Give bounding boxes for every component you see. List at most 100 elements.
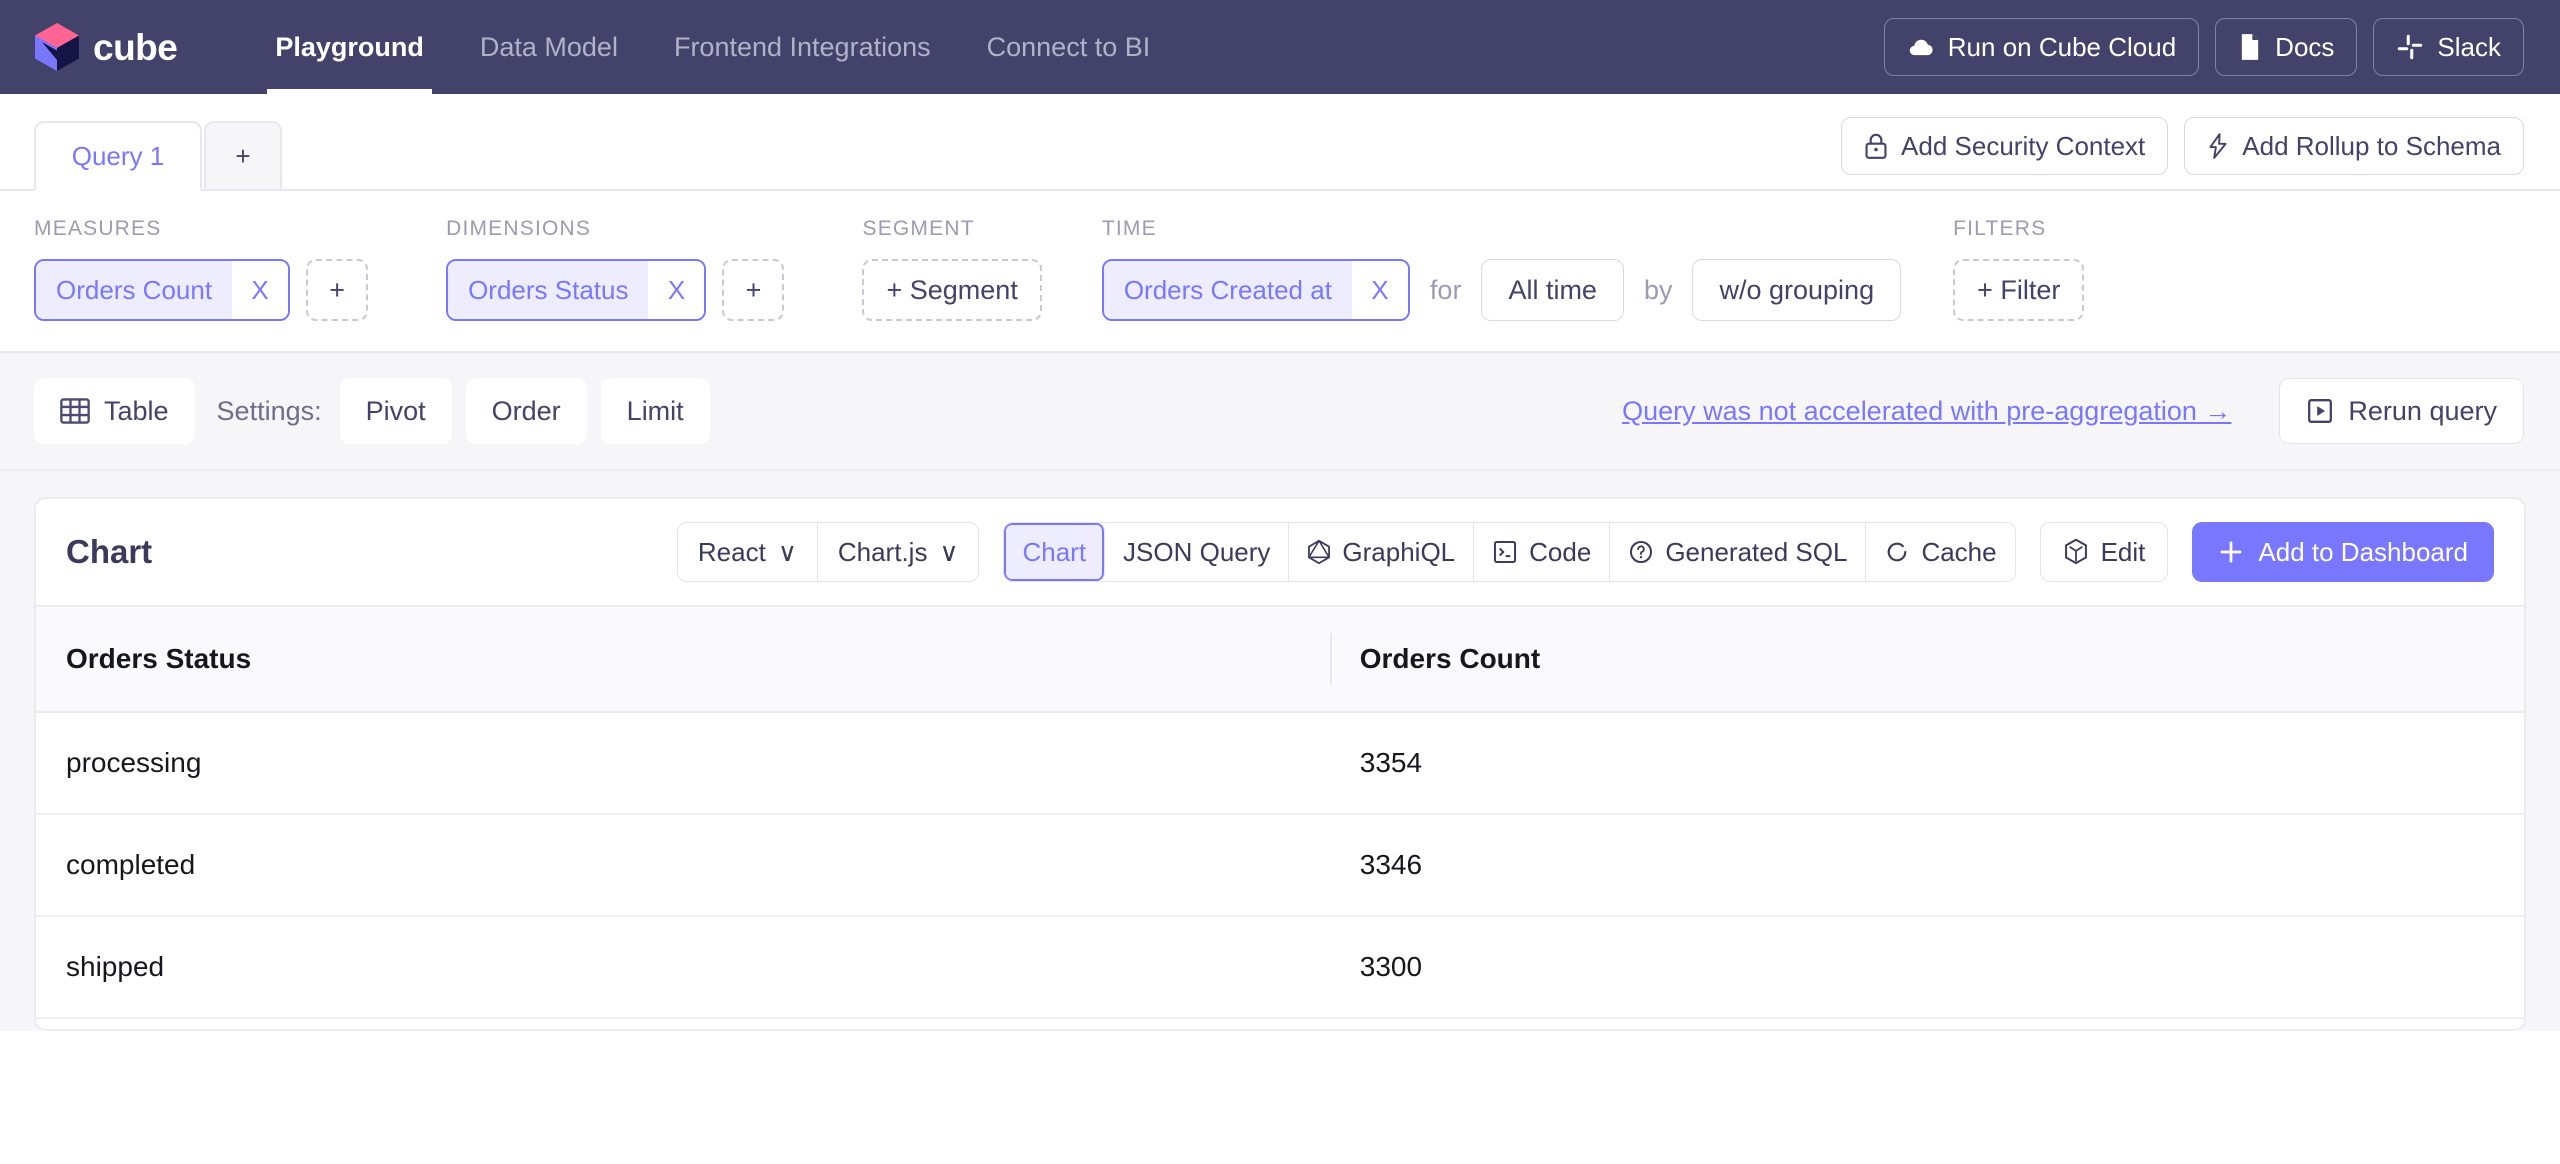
top-navbar: cube Playground Data Model Frontend Inte… (0, 0, 2560, 94)
nav-link-playground[interactable]: Playground (247, 0, 452, 94)
column-header-orders-status[interactable]: Orders Status (36, 607, 1330, 713)
add-dimension-button[interactable]: + (722, 259, 785, 321)
limit-label: Limit (626, 395, 684, 426)
column-header-orders-count[interactable]: Orders Count (1329, 607, 2524, 713)
add-to-dashboard-button[interactable]: Add to Dashboard (2192, 522, 2494, 582)
pivot-button[interactable]: Pivot (339, 378, 452, 444)
cell-orders-status: processing (36, 712, 1330, 815)
slack-label: Slack (2437, 31, 2501, 62)
add-rollup-to-schema-button[interactable]: Add Rollup to Schema (2184, 117, 2524, 175)
cube-icon (2064, 538, 2087, 565)
pivot-label: Pivot (365, 395, 426, 426)
nav-link-label: Connect to BI (986, 31, 1151, 62)
nav-link-connect-to-bi[interactable]: Connect to BI (959, 0, 1179, 94)
results-table-head: Orders Status Orders Count (36, 607, 2524, 713)
segment-group: SEGMENT + Segment (862, 217, 1042, 321)
refresh-icon (1888, 542, 1907, 562)
tab-cache[interactable]: Cache (1866, 523, 2015, 581)
nav-link-data-model[interactable]: Data Model (452, 0, 646, 94)
framework-select-value: React (697, 536, 766, 567)
time-dimension-chip-orders-created-at[interactable]: Orders Created at X (1101, 259, 1410, 321)
measure-chip-orders-count[interactable]: Orders Count X (34, 259, 291, 321)
dimension-chip-label: Orders Status (448, 261, 649, 319)
results-table: Orders Status Orders Count processing 33… (36, 607, 2524, 1019)
play-box-icon (2308, 399, 2333, 423)
edit-button[interactable]: Edit (2039, 522, 2169, 582)
question-circle-icon (1630, 540, 1653, 564)
tab-generated-sql[interactable]: Generated SQL (1610, 523, 1867, 581)
add-filter-button[interactable]: + Filter (1953, 259, 2085, 321)
nav-link-frontend-integrations[interactable]: Frontend Integrations (646, 0, 959, 94)
query-tabs: Query 1 + (34, 121, 282, 191)
slack-button[interactable]: Slack (2373, 18, 2524, 76)
measure-chip-label: Orders Count (36, 261, 233, 319)
nav-links: Playground Data Model Frontend Integrati… (247, 0, 1178, 94)
add-to-dashboard-label: Add to Dashboard (2258, 536, 2468, 567)
charting-library-value: Chart.js (837, 536, 928, 567)
charting-library-select[interactable]: Chart.js ∨ (817, 523, 979, 581)
nav-link-label: Data Model (479, 31, 618, 62)
measures-group: MEASURES Orders Count X + (34, 217, 369, 321)
chevron-down-icon: ∨ (777, 536, 797, 567)
filters-group: FILTERS + Filter (1953, 217, 2085, 321)
run-on-cube-cloud-button[interactable]: Run on Cube Cloud (1883, 18, 2200, 76)
plus-icon (2220, 541, 2242, 563)
results-card-header: Chart React ∨ Chart.js ∨ Chart JSON Quer… (36, 499, 2524, 607)
table-view-button[interactable]: Table (34, 378, 195, 444)
pre-aggregation-link[interactable]: Query was not accelerated with pre-aggre… (1622, 396, 2231, 427)
table-view-label: Table (104, 395, 169, 426)
order-button[interactable]: Order (465, 378, 587, 444)
document-icon (2242, 34, 2259, 60)
tab-cache-label: Cache (1921, 536, 1997, 567)
table-header-row: Orders Status Orders Count (36, 607, 2524, 713)
terminal-icon (1494, 540, 1517, 564)
by-connector-label: by (1643, 274, 1673, 305)
granularity-value: w/o grouping (1719, 274, 1875, 305)
granularity-select[interactable]: w/o grouping (1692, 259, 1902, 321)
tab-chart[interactable]: Chart (1004, 523, 1106, 581)
dimensions-group: DIMENSIONS Orders Status X + (446, 217, 785, 321)
time-label: TIME (1101, 217, 1157, 240)
lock-icon (1865, 133, 1887, 159)
cell-orders-count: 3354 (1329, 712, 2524, 815)
dimension-chip-orders-status[interactable]: Orders Status X (446, 259, 707, 321)
chevron-down-icon: ∨ (939, 536, 959, 567)
cell-orders-status: shipped (36, 916, 1330, 1019)
measure-chip-remove-icon[interactable]: X (232, 261, 289, 319)
add-dimension-label: + (745, 274, 762, 305)
add-segment-button[interactable]: + Segment (862, 259, 1042, 321)
measures-label: MEASURES (34, 217, 162, 240)
cube-logo-icon (35, 23, 79, 71)
tab-chart-label: Chart (1022, 536, 1087, 567)
tab-json-query-label: JSON Query (1123, 536, 1271, 567)
query-tab-label: Query 1 (71, 140, 165, 171)
docs-button[interactable]: Docs (2215, 18, 2358, 76)
time-dimension-chip-remove-icon[interactable]: X (1351, 261, 1408, 319)
tab-graphiql-label: GraphiQL (1342, 536, 1456, 567)
date-range-select[interactable]: All time (1481, 259, 1624, 321)
graphql-icon (1308, 539, 1331, 565)
add-security-context-button[interactable]: Add Security Context (1841, 117, 2169, 175)
for-connector-label: for (1429, 274, 1462, 305)
query-tab-1[interactable]: Query 1 (34, 121, 202, 191)
limit-button[interactable]: Limit (600, 378, 710, 444)
dimension-chip-remove-icon[interactable]: X (648, 261, 705, 319)
tab-code[interactable]: Code (1474, 523, 1611, 581)
brand-logo[interactable]: cube (34, 22, 178, 72)
order-label: Order (491, 395, 561, 426)
add-filter-label: + Filter (1977, 274, 2061, 305)
rerun-query-button[interactable]: Rerun query (2279, 378, 2524, 444)
results-table-body: processing 3354 completed 3346 shipped 3… (36, 712, 2524, 1019)
tab-code-label: Code (1529, 536, 1592, 567)
tab-graphiql[interactable]: GraphiQL (1289, 523, 1475, 581)
segment-label: SEGMENT (862, 217, 975, 240)
result-view-tabs: Chart JSON Query GraphiQL Code Generated… (1003, 522, 2016, 582)
add-measure-button[interactable]: + (306, 259, 369, 321)
toolbar-right: Query was not accelerated with pre-aggre… (1622, 378, 2524, 444)
tab-json-query[interactable]: JSON Query (1105, 523, 1290, 581)
framework-select[interactable]: React ∨ (677, 523, 818, 581)
nav-link-label: Frontend Integrations (673, 31, 931, 62)
add-rollup-to-schema-label: Add Rollup to Schema (2242, 130, 2501, 161)
brand-name: cube (93, 26, 178, 68)
add-query-tab-button[interactable]: + (204, 121, 282, 191)
